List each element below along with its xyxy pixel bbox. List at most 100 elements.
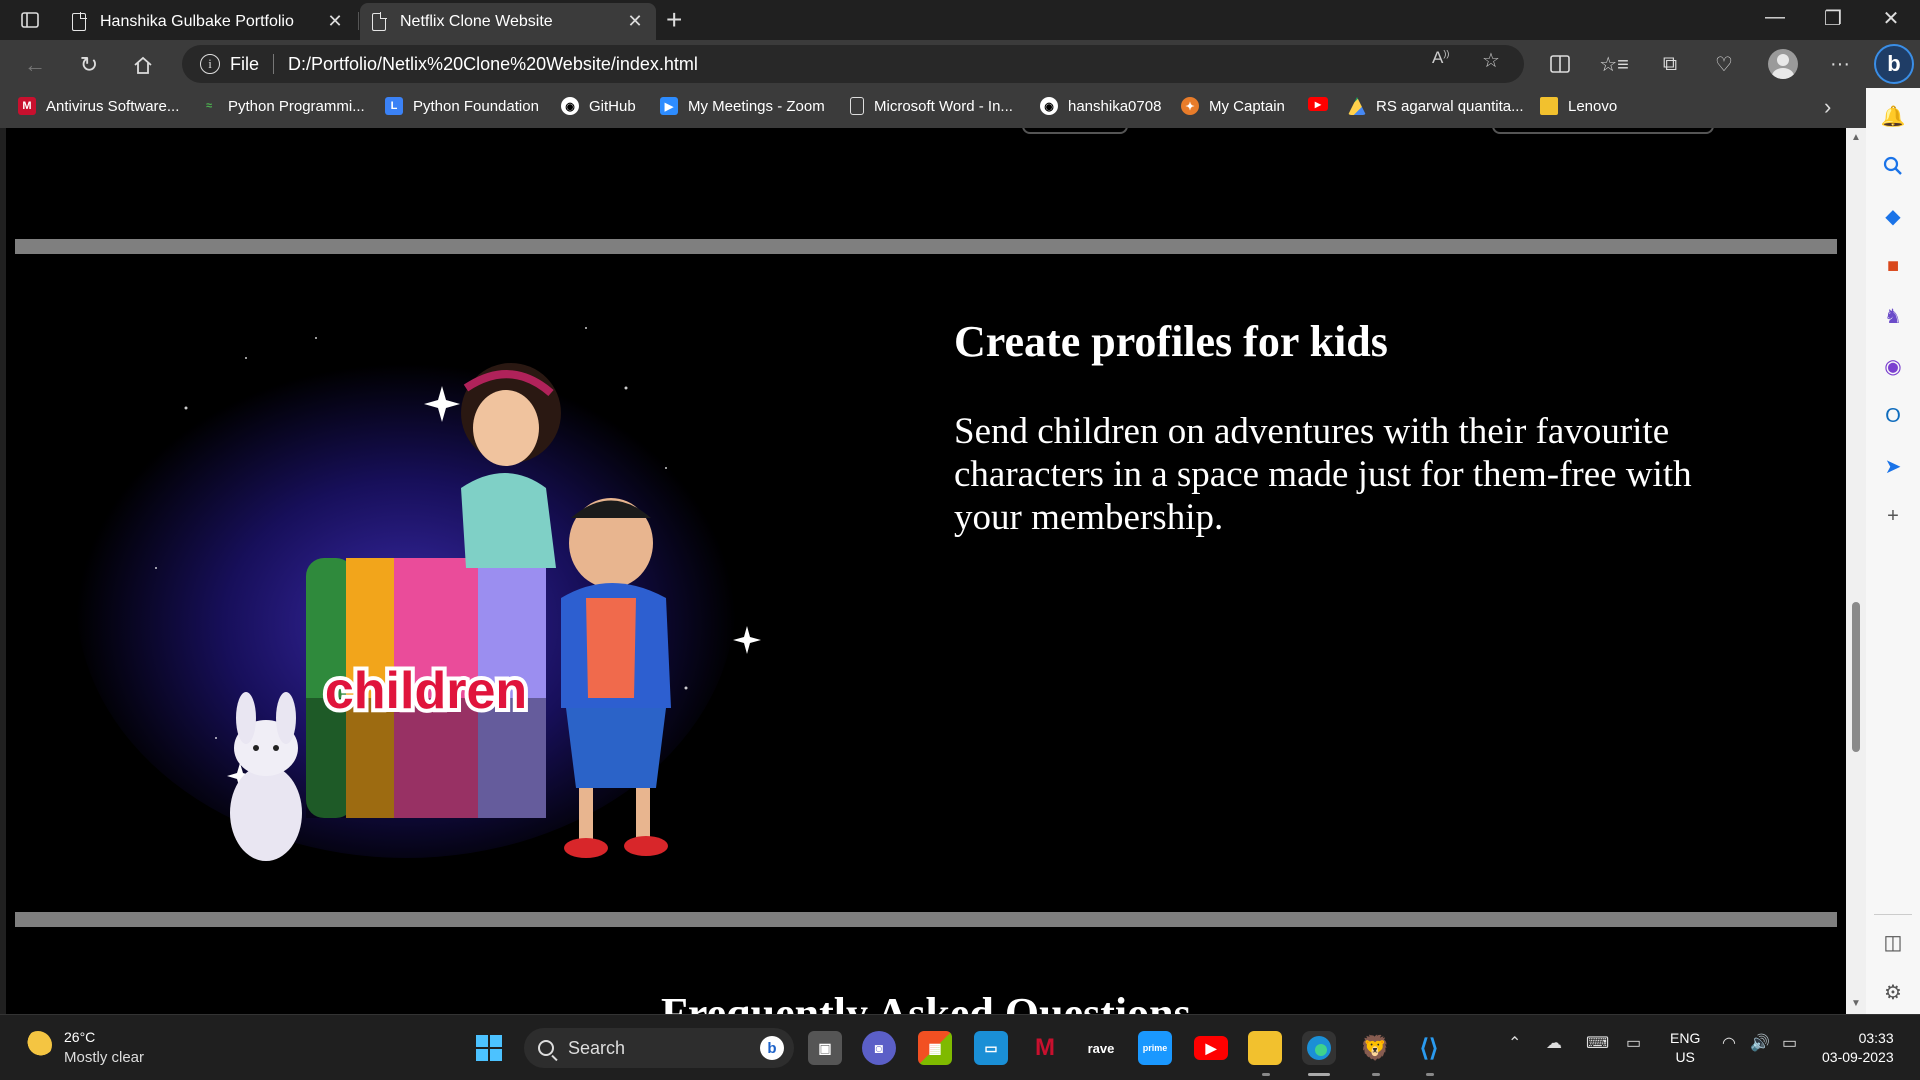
scrollbar-thumb[interactable] [1852,602,1860,752]
favorites-icon[interactable]: ☆≡ [1599,50,1629,78]
address-bar[interactable]: i File D:/Portfolio/Netlix%20Clone%20Web… [182,45,1524,83]
bookmark-label: Antivirus Software... [46,97,180,115]
running-indicator [1262,1073,1270,1076]
bookmark-python-foundation[interactable]: L Python Foundation [385,97,539,115]
back-arrow-icon[interactable]: ← [20,50,50,80]
tab-actions-button[interactable] [14,8,46,32]
bookmark-python-programming[interactable]: ≈ Python Programmi... [200,97,365,115]
drop-send-icon[interactable]: ➤ [1879,452,1907,480]
profile-avatar[interactable] [1768,49,1798,79]
scroll-down-arrow-icon[interactable]: ▼ [1851,998,1861,1009]
battery-icon[interactable]: ▭ [1782,1033,1797,1053]
tab-netflix-clone[interactable]: Netflix Clone Website ✕ [360,3,656,40]
file-scheme-label: File [230,53,260,74]
sidebar-settings-gear-icon[interactable]: ⚙ [1879,978,1907,1006]
show-hidden-icons-chevron-up-icon[interactable]: ⌃ [1508,1033,1521,1053]
bookmark-hanshika0708[interactable]: ◉ hanshika0708 [1040,97,1161,115]
more-menu-icon[interactable]: ··· [1826,50,1854,78]
github-icon: ◉ [561,97,579,115]
volume-icon[interactable]: 🔊 [1750,1033,1770,1053]
bookmark-youtube[interactable]: ▶ [1308,97,1338,111]
bookmark-label: Lenovo [1568,97,1618,115]
restore-icon[interactable]: ❐ [1810,6,1856,31]
games-icon[interactable]: ♞ [1879,302,1907,330]
wifi-icon[interactable]: ◠ [1722,1033,1736,1053]
weather-description[interactable]: Mostly clear [64,1049,144,1066]
display-icon[interactable]: ▭ [1626,1033,1641,1053]
bookmark-rs-agarwal[interactable]: RS agarwal quantita... [1348,97,1524,115]
new-tab-icon[interactable]: + [666,4,682,36]
python-foundation-icon: L [385,97,403,115]
brave-browser-icon[interactable]: 🦁 [1358,1031,1392,1065]
bookmark-zoom[interactable]: ▶ My Meetings - Zoom [660,97,825,115]
moon-weather-icon[interactable] [24,1031,52,1059]
zoom-icon: ▶ [660,97,678,115]
windows-start-icon[interactable] [472,1031,506,1065]
bookmark-microsoft-word[interactable]: Microsoft Word - In... [850,97,1013,115]
microsoft-store-icon[interactable]: ▦ [918,1031,952,1065]
remote-desktop-icon[interactable]: ▭ [974,1031,1008,1065]
windows-taskbar: 26°C Mostly clear Search b ▣ ◙ ▦ ▭ M rav… [0,1014,1920,1080]
rave-icon[interactable]: rave [1084,1031,1118,1065]
bookmark-label: Microsoft Word - In... [874,97,1013,115]
language-indicator[interactable]: ENG US [1670,1029,1700,1067]
section-divider [15,912,1837,927]
clock-date: 03-09-2023 [1822,1049,1894,1065]
refresh-icon[interactable]: ↻ [74,50,104,80]
clock[interactable]: 03:33 03-09-2023 [1822,1029,1894,1067]
split-screen-icon[interactable] [1546,50,1574,78]
vscode-icon[interactable]: ⟨⟩ [1412,1031,1446,1065]
hide-sidebar-icon[interactable]: ◫ [1879,928,1907,956]
youtube-taskbar-icon[interactable]: ▶ [1194,1036,1228,1060]
edge-browser-icon[interactable] [1302,1031,1336,1065]
search-icon [538,1040,554,1056]
home-icon[interactable] [128,50,158,80]
tab-strip: Hanshika Gulbake Portfolio ✕ Netflix Clo… [0,0,1920,40]
collections-icon[interactable]: ⧉ [1656,50,1684,78]
url-text[interactable]: D:/Portfolio/Netlix%20Clone%20Website/in… [288,54,698,75]
info-icon[interactable]: i [200,54,220,74]
input-edge [1492,128,1714,134]
task-view-icon[interactable]: ▣ [808,1031,842,1065]
bookmark-github[interactable]: ◉ GitHub [561,97,636,115]
shopping-tag-icon[interactable]: ◆ [1879,202,1907,230]
tab-portfolio[interactable]: Hanshika Gulbake Portfolio ✕ [60,3,356,40]
minimize-icon[interactable]: — [1752,6,1798,29]
faq-heading: Frequently Asked Questions [661,989,1191,1014]
browser-essentials-icon[interactable]: ♡ [1710,50,1738,78]
prime-video-icon[interactable]: prime [1138,1031,1172,1065]
close-tab-icon[interactable]: ✕ [326,11,344,32]
copilot-bing-icon[interactable]: b [1874,44,1914,84]
close-tab-icon[interactable]: ✕ [626,11,644,32]
onedrive-cloud-icon[interactable]: ☁ [1546,1033,1562,1053]
teams-chat-icon[interactable]: ◙ [862,1031,896,1065]
outlook-icon[interactable]: O [1879,402,1907,430]
favorite-star-icon[interactable]: ☆ [1482,48,1500,73]
close-window-icon[interactable]: ✕ [1868,6,1914,31]
clock-time: 03:33 [1858,1030,1894,1046]
bookmark-lenovo[interactable]: Lenovo [1540,97,1617,115]
bookmark-my-captain[interactable]: ✦ My Captain [1181,97,1285,115]
tab-divider [358,12,359,30]
taskbar-search[interactable]: Search b [524,1028,794,1068]
add-sidebar-app-icon[interactable]: + [1879,502,1907,530]
notifications-bell-icon[interactable]: 🔔 [1879,102,1907,130]
github-icon: ◉ [1040,97,1058,115]
weather-temperature[interactable]: 26°C [64,1029,95,1045]
file-explorer-icon[interactable] [1248,1031,1282,1065]
chevron-right-icon[interactable]: › [1824,94,1831,120]
read-aloud-icon[interactable]: A)) [1432,48,1449,68]
browser-toolbar: ← ↻ i File D:/Portfolio/Netlix%20Clone%2… [0,40,1920,88]
mcafee-taskbar-icon[interactable]: M [1028,1031,1062,1065]
tools-briefcase-icon[interactable]: ■ [1879,252,1907,280]
keyboard-region: US [1675,1049,1695,1065]
bookmark-label: hanshika0708 [1068,97,1162,115]
page-scrollbar[interactable]: ▲ ▼ [1846,128,1866,1014]
bing-icon: b [760,1036,784,1060]
bookmark-antivirus[interactable]: M Antivirus Software... [18,97,179,115]
scroll-up-arrow-icon[interactable]: ▲ [1851,132,1861,143]
search-icon[interactable] [1879,152,1907,180]
edge-sidebar: 🔔 ◆ ■ ♞ ◉ O ➤ + ◫ ⚙ [1866,88,1920,1014]
microsoft-365-icon[interactable]: ◉ [1879,352,1907,380]
keyboard-icon[interactable]: ⌨ [1586,1033,1609,1053]
